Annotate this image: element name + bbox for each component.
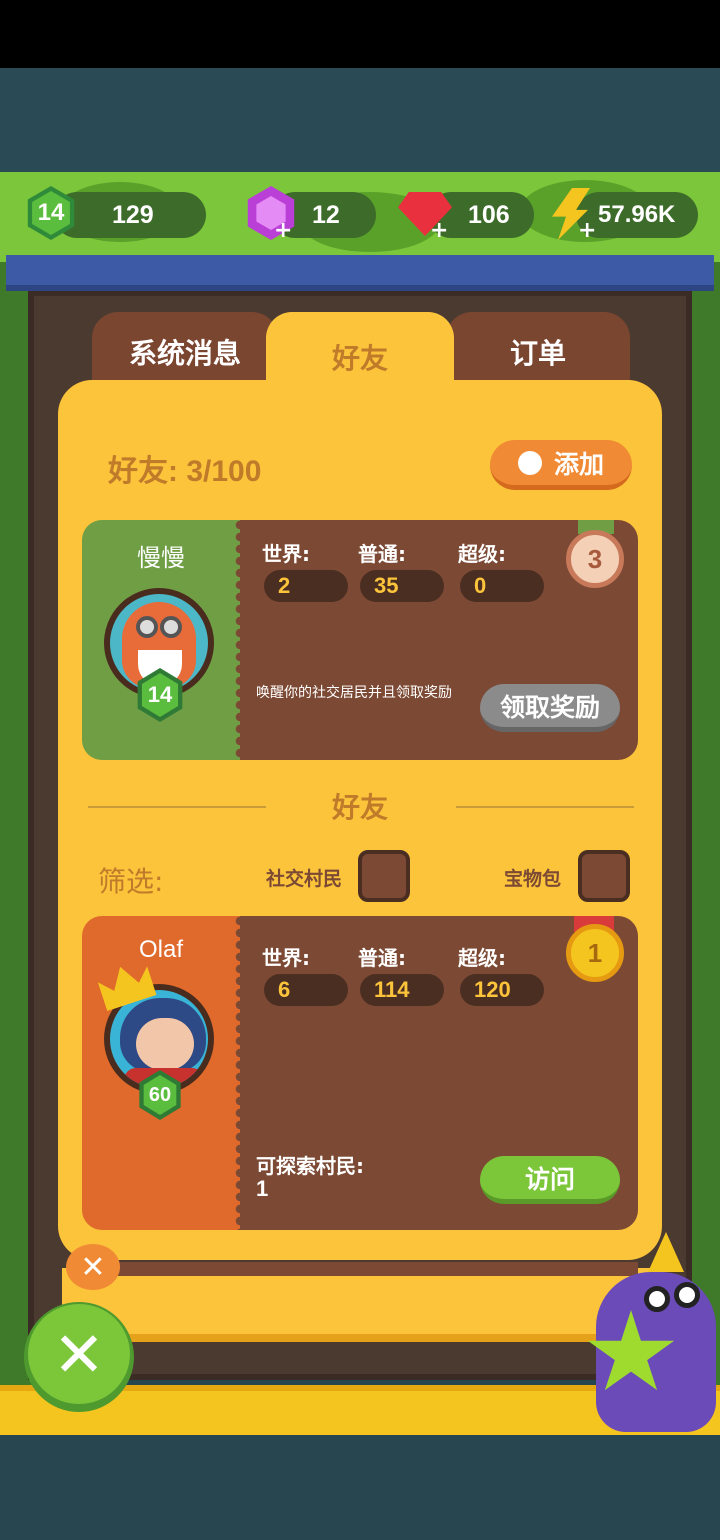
red-gem-value: 106 (468, 200, 510, 229)
level-value: 14 (32, 191, 70, 235)
background-top (0, 68, 720, 178)
stat-world-value: 6 (264, 974, 348, 1006)
gold-medal-icon: 1 (566, 924, 624, 982)
explore-value: 1 (256, 1176, 269, 1201)
visit-button[interactable]: 访问 (480, 1156, 620, 1204)
purple-gem-value: 12 (312, 200, 340, 229)
mascot-dragon-icon (586, 1232, 720, 1432)
right-foliage (688, 262, 720, 1392)
add-friend-button[interactable]: 添加 (490, 440, 632, 490)
plus-icon: + (274, 218, 293, 243)
reward-message: 唤醒你的社交居民并且领取奖励 (256, 685, 452, 701)
add-friend-icon (517, 450, 542, 475)
stat-normal-label: 普通: (358, 542, 406, 566)
xp-value: 129 (112, 200, 154, 229)
plus-icon: + (578, 218, 597, 243)
stat-world-label: 世界: (262, 946, 310, 970)
stat-normal-label: 普通: (358, 946, 406, 970)
close-icon: ✕ (28, 1304, 130, 1404)
stat-world-value: 2 (264, 570, 348, 602)
filter-social-label: 社交村民 (266, 868, 343, 890)
friend-list-item-partial (82, 1262, 638, 1276)
status-bar-area (0, 0, 720, 68)
plus-icon: + (430, 218, 449, 243)
friend-list-item: Olaf 60 世界: 普通: 超级: 6 114 120 1 可探索村民: 1… (82, 916, 638, 1230)
friend-count: 好友: 3/100 (108, 455, 262, 488)
stat-normal-value: 114 (360, 974, 444, 1006)
stat-super-value: 0 (460, 570, 544, 602)
background-bottom (0, 1435, 720, 1540)
energy-value: 57.96K (598, 201, 676, 228)
section-title: 好友 (331, 791, 388, 824)
bronze-medal-icon: 3 (566, 530, 624, 588)
claim-reward-button[interactable]: 领取奖励 (480, 684, 620, 732)
filter-label: 筛选: (98, 865, 164, 898)
stat-super-label: 超级: (458, 542, 506, 566)
top-beam (6, 255, 714, 291)
featured-friend-card: 慢慢 14 世界: 普通: 超级: 2 35 0 3 唤醒你的社交居民并且领取奖… (82, 520, 638, 760)
stat-super-value: 120 (460, 974, 544, 1006)
filter-treasure-label: 宝物包 (504, 868, 562, 890)
filter-treasure-checkbox[interactable] (578, 850, 630, 902)
close-button[interactable]: ✕ (24, 1302, 134, 1412)
panel-footer (62, 1268, 662, 1342)
stat-super-label: 超级: (458, 946, 506, 970)
stat-normal-value: 35 (360, 570, 444, 602)
friend-name: 慢慢 (137, 544, 185, 572)
remove-friend-icon[interactable]: ✕ (66, 1244, 120, 1290)
divider-right (456, 806, 634, 808)
divider-left (88, 806, 266, 808)
stat-world-label: 世界: (262, 542, 310, 566)
filter-social-checkbox[interactable] (358, 850, 410, 902)
friend-name: Olaf (138, 936, 183, 963)
explore-label: 可探索村民: (256, 1154, 364, 1178)
